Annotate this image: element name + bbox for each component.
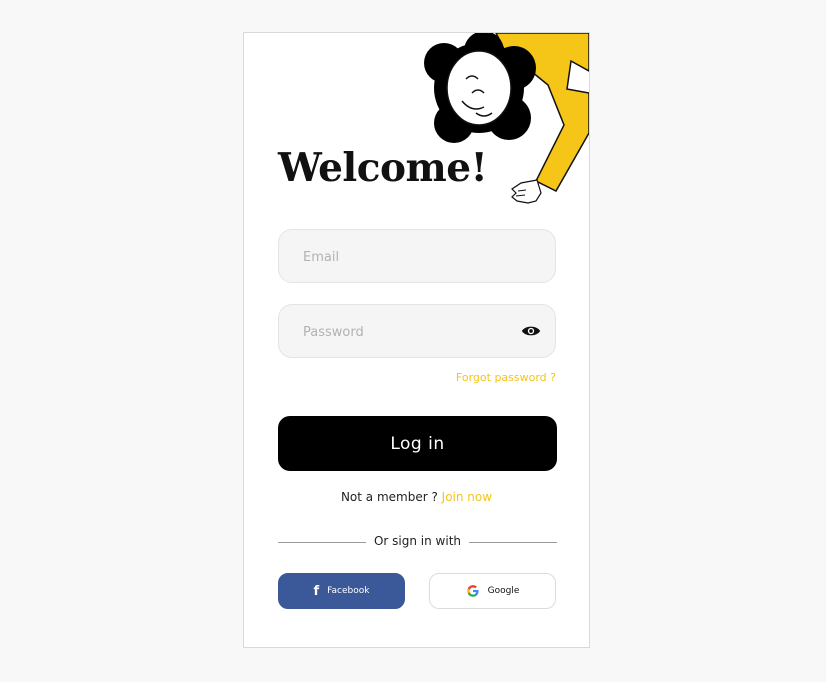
facebook-label: Facebook (327, 586, 370, 596)
email-field-container (278, 229, 556, 284)
google-icon (466, 585, 479, 597)
facebook-icon: f (313, 583, 320, 599)
login-button[interactable]: Log in (278, 416, 557, 471)
signup-prompt-row: Not a member ? Join now (244, 490, 589, 504)
forgot-password-link[interactable]: Forgot password ? (456, 371, 556, 384)
google-button[interactable]: Google (429, 573, 556, 609)
eye-icon[interactable] (521, 323, 541, 339)
divider-line-right (469, 542, 557, 543)
divider-label: Or sign in with (373, 534, 462, 548)
signup-prompt-text: Not a member ? (340, 490, 438, 504)
login-screen: Welcome! Forgot password ? Log in Not a … (243, 32, 590, 648)
welcome-title: Welcome! (278, 145, 488, 191)
join-now-link[interactable]: Join now (442, 490, 492, 504)
social-divider: Or sign in with (278, 534, 557, 548)
email-input[interactable] (301, 230, 515, 284)
password-input[interactable] (301, 305, 515, 359)
facebook-button[interactable]: f Facebook (278, 573, 405, 609)
password-field-container (278, 304, 556, 359)
google-label: Google (487, 586, 520, 596)
